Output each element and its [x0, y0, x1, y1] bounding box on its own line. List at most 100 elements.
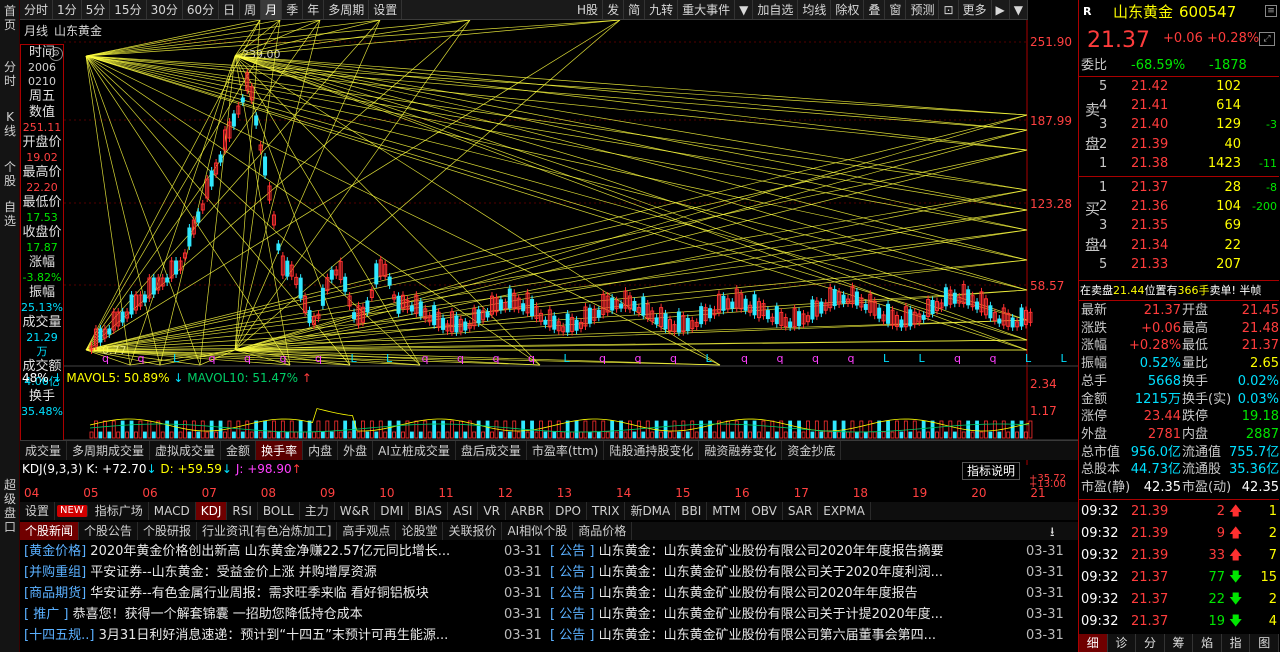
period-12[interactable]: 设置 — [369, 0, 403, 19]
news-tab-7[interactable]: AI相似个股 — [502, 522, 574, 540]
period-5[interactable]: 60分 — [183, 0, 220, 19]
toolbar-tool-0[interactable]: H股 — [573, 0, 604, 19]
indicator-tab-20[interactable]: SAR — [783, 502, 819, 520]
indicator-tab-0[interactable]: 设置 — [20, 502, 56, 520]
notice-item[interactable]: [ 公告 ] 山东黄金：山东黄金矿业股份有限公司关于2020年度利润... — [550, 562, 1020, 583]
notice-title[interactable]: 山东黄金：山东黄金矿业股份有限公司2020年年度报告 — [599, 586, 918, 601]
indicator-tab-16[interactable]: 新DMA — [625, 502, 677, 520]
toolbar-tool-15[interactable]: ▼ — [1010, 0, 1028, 19]
volume-tab-0[interactable]: 成交量 — [20, 441, 68, 460]
notice-item[interactable]: [ 公告 ] 山东黄金：山东黄金矿业股份有限公司2020年年度报告摘要 — [550, 541, 1020, 562]
news-title[interactable]: 平安证券--山东黄金：受益金价上涨 并购增厚资源 — [90, 565, 377, 580]
indicator-tab-17[interactable]: BBI — [676, 502, 708, 520]
news-item[interactable]: [十四五规..] 3月31日利好消息速递：预计到“十四五”末预计可再生能源... — [24, 625, 550, 646]
volume-tab-9[interactable]: 市盈率(ttm) — [527, 441, 605, 460]
quote-footer-tab-4[interactable]: 焰 — [1193, 634, 1222, 652]
news-tab-6[interactable]: 关联报价 — [443, 522, 503, 540]
quote-footer-tab-6[interactable]: 图 — [1250, 634, 1280, 652]
volume-tab-1[interactable]: 多周期成交量 — [67, 441, 151, 460]
news-title[interactable]: 华安证券--有色金属行业周报：需求旺季来临 看好铜铝板块 — [90, 586, 429, 601]
notice-item[interactable]: [ 公告 ] 山东黄金：山东黄金矿业股份有限公司关于计提2020年度... — [550, 604, 1020, 625]
toolbar-tool-3[interactable]: 九转 — [645, 0, 679, 19]
news-tab-2[interactable]: 个股研报 — [138, 522, 198, 540]
news-tab-0[interactable]: 个股新闻 — [20, 522, 80, 540]
toolbar-tool-4[interactable]: 重大事件 — [678, 0, 736, 19]
volume-tab-3[interactable]: 金额 — [221, 441, 257, 460]
news-tab-3[interactable]: 行业资讯[有色冶炼加工] — [197, 522, 338, 540]
indicator-tab-11[interactable]: ASI — [448, 502, 479, 520]
period-3[interactable]: 15分 — [110, 0, 147, 19]
notice-title[interactable]: 山东黄金：山东黄金矿业股份有限公司2020年年度报告摘要 — [599, 544, 944, 559]
notice-title[interactable]: 山东黄金：山东黄金矿业股份有限公司第六届董事会第四... — [599, 628, 936, 643]
indicator-tab-9[interactable]: DMI — [375, 502, 410, 520]
notice-title[interactable]: 山东黄金：山东黄金矿业股份有限公司关于2020年度利润... — [599, 565, 943, 580]
period-10[interactable]: 年 — [303, 0, 325, 19]
period-1[interactable]: 1分 — [53, 0, 82, 19]
period-7[interactable]: 周 — [240, 0, 262, 19]
indicator-tab-7[interactable]: 主力 — [300, 502, 335, 520]
settings-icon[interactable]: ⚙ — [49, 47, 63, 61]
menu-icon[interactable]: ≡ — [1265, 5, 1277, 17]
period-4[interactable]: 30分 — [147, 0, 183, 19]
volume-tab-4[interactable]: 换手率 — [256, 441, 304, 460]
indicator-tab-10[interactable]: BIAS — [409, 502, 449, 520]
left-tab-kline[interactable]: K线 — [2, 110, 18, 138]
period-0[interactable]: 分时 — [20, 0, 54, 19]
toolbar-tool-5[interactable]: ▼ — [735, 0, 754, 19]
notice-item[interactable]: [ 公告 ] 山东黄金：山东黄金矿业股份有限公司第六届董事会第四... — [550, 625, 1020, 646]
indicator-tab-6[interactable]: BOLL — [258, 502, 300, 520]
indicator-tab-8[interactable]: W&R — [335, 502, 376, 520]
toolbar-tool-11[interactable]: 预测 — [906, 0, 940, 19]
indicator-tab-18[interactable]: MTM — [707, 502, 747, 520]
news-title[interactable]: 恭喜您！获得一个解套锦囊 一招助您降低持仓成本 — [73, 607, 363, 622]
volume-tab-6[interactable]: 外盘 — [338, 441, 374, 460]
left-tab-home[interactable]: 首页 — [2, 4, 18, 32]
news-tab-8[interactable]: 商品价格 — [573, 522, 633, 540]
toolbar-tool-12[interactable]: ⊡ — [939, 0, 959, 19]
kline-chart-area[interactable]: 月线 山东黄金 251.90 187.99 123.28 58.57 2.34 1.17 2… — [20, 20, 1078, 465]
toolbar-tool-6[interactable]: 加自选 — [753, 0, 799, 19]
news-item[interactable]: [并购重组] 平安证券--山东黄金：受益金价上涨 并购增厚资源 — [24, 562, 550, 583]
volume-tab-2[interactable]: 虚拟成交量 — [150, 441, 222, 460]
toolbar-tool-13[interactable]: 更多 — [959, 0, 992, 19]
news-title[interactable]: 2020年黄金价格创出新高 山东黄金净赚22.57亿元同比增长... — [90, 544, 450, 559]
left-tab-stock[interactable]: 个股 — [2, 160, 18, 188]
volume-tab-12[interactable]: 资金抄底 — [782, 441, 842, 460]
indicator-tab-13[interactable]: ARBR — [506, 502, 551, 520]
indicator-tab-5[interactable]: RSI — [227, 502, 258, 520]
news-item[interactable]: [ 推广 ] 恭喜您！获得一个解套锦囊 一招助您降低持仓成本 — [24, 604, 550, 625]
period-11[interactable]: 多周期 — [324, 0, 370, 19]
quote-footer-tab-3[interactable]: 筹 — [1165, 634, 1194, 652]
toolbar-tool-7[interactable]: 均线 — [798, 0, 832, 19]
news-tab-1[interactable]: 个股公告 — [79, 522, 139, 540]
indicator-tab-15[interactable]: TRIX — [587, 502, 626, 520]
indicator-tab-1[interactable]: NEW — [57, 505, 88, 517]
indicator-tab-3[interactable]: MACD — [149, 502, 196, 520]
toolbar-tool-1[interactable]: 发 — [603, 0, 625, 19]
notice-item[interactable]: [ 公告 ] 山东黄金：山东黄金矿业股份有限公司2020年年度报告 — [550, 583, 1020, 604]
volume-tab-8[interactable]: 盘后成交量 — [456, 441, 527, 460]
toolbar-tool-14[interactable]: ▶ — [992, 0, 1010, 19]
indicator-tab-2[interactable]: 指标广场 — [90, 502, 149, 520]
period-6[interactable]: 日 — [219, 0, 241, 19]
toolbar-tool-2[interactable]: 简 — [624, 0, 646, 19]
indicator-tab-21[interactable]: EXPMA — [818, 502, 871, 520]
volume-tab-7[interactable]: AI立桩成交量 — [373, 441, 456, 460]
news-item[interactable]: [黄金价格] 2020年黄金价格创出新高 山东黄金净赚22.57亿元同比增长..… — [24, 541, 550, 562]
volume-tab-10[interactable]: 陆股通持股变化 — [604, 441, 700, 460]
indicator-tab-14[interactable]: DPO — [550, 502, 587, 520]
indicator-tab-19[interactable]: OBV — [746, 502, 783, 520]
expand-icon[interactable]: ⤢ — [1259, 32, 1275, 46]
indicator-help-button[interactable]: 指标说明 — [962, 462, 1021, 480]
period-2[interactable]: 5分 — [82, 0, 111, 19]
notice-title[interactable]: 山东黄金：山东黄金矿业股份有限公司关于计提2020年度... — [599, 607, 943, 622]
toolbar-tool-8[interactable]: 除权 — [831, 0, 865, 19]
quote-footer-tab-2[interactable]: 分 — [1136, 634, 1165, 652]
left-tab-super-panel[interactable]: 超级盘口 — [2, 478, 18, 534]
toolbar-tool-10[interactable]: 窗 — [885, 0, 907, 19]
news-title[interactable]: 3月31日利好消息速递：预计到“十四五”末预计可再生能源... — [99, 628, 449, 643]
left-tab-watchlist[interactable]: 自选 — [2, 200, 18, 228]
volume-tab-5[interactable]: 内盘 — [303, 441, 339, 460]
toolbar-tool-9[interactable]: 叠 — [864, 0, 886, 19]
news-tab-5[interactable]: 论股堂 — [396, 522, 444, 540]
